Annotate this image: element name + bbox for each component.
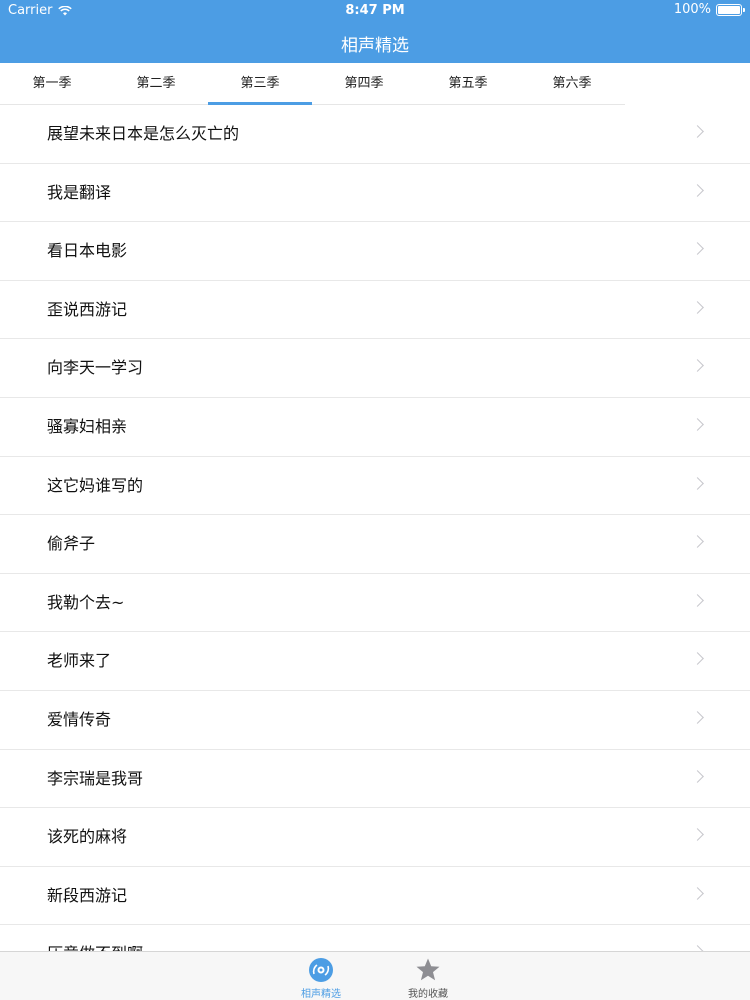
list-item[interactable]: 爱情传奇 [0,691,750,750]
battery-percent: 100% [673,2,711,17]
list-item[interactable]: 偷斧子 [0,515,750,574]
chevron-right-icon [691,769,704,783]
list-item[interactable]: 我是翻译 [0,164,750,223]
chevron-right-icon [691,418,704,431]
list-item[interactable]: 老师来了 [0,632,750,691]
chevron-right-icon [691,183,704,197]
battery-icon [716,3,745,16]
star-icon [416,958,440,981]
list-item[interactable]: 歪说西游记 [0,281,750,340]
tab-season-6[interactable]: 第六季 [520,63,624,105]
list-item[interactable]: 展望未来日本是怎么灭亡的 [0,105,750,164]
chevron-right-icon [691,652,704,666]
list-item[interactable]: 压意做不到啊 [0,925,750,951]
disc-icon [309,958,333,982]
tabbar-label: 相声精选 [301,989,341,1000]
list-item-label: 老师来了 [47,651,112,671]
chevron-right-icon [691,828,704,841]
list-item[interactable]: 这它妈谁写的 [0,457,750,516]
tab-season-1[interactable]: 第一季 [0,63,104,105]
header: Carrier 8:47 PM 100% 相声精选 [0,0,750,63]
chevron-right-icon [691,886,704,900]
chevron-right-icon [691,535,704,549]
episode-list[interactable]: 展望未来日本是怎么灭亡的 我是翻译 看日本电影 歪说西游记 向李天一学习 骚寡妇… [0,105,750,951]
tab-season-5[interactable]: 第五季 [416,63,520,105]
list-item[interactable]: 李宗瑞是我哥 [0,750,750,809]
chevron-right-icon [691,242,704,256]
list-item-label: 偷斧子 [47,534,96,554]
tabbar-item-selected-crosstalk[interactable]: 相声精选 [281,952,361,1000]
chevron-right-icon [691,593,704,607]
list-item-label: 该死的麻将 [47,827,128,847]
list-item[interactable]: 骚寡妇相亲 [0,398,750,457]
chevron-right-icon [691,125,704,138]
chevron-right-icon [691,476,704,490]
tab-season-3[interactable]: 第三季 [208,63,312,105]
page-title: 相声精选 [341,36,409,56]
chevron-right-icon [691,359,704,373]
tabbar-item-favorites[interactable]: 我的收藏 [388,952,468,1000]
list-item-label: 压意做不到啊 [47,925,143,951]
list-item[interactable]: 看日本电影 [0,222,750,281]
list-item-label: 新段西游记 [47,885,128,905]
tab-bar: 相声精选 我的收藏 [0,951,750,1000]
list-item-label: 看日本电影 [47,241,128,261]
list-item-label: 这它妈谁写的 [47,475,144,495]
list-item-label: 我是翻译 [47,182,112,202]
status-bar: Carrier 8:47 PM 100% [0,0,750,22]
list-item-label: 歪说西游记 [47,299,128,319]
tab-season-2[interactable]: 第二季 [104,63,208,105]
list-item-label: 骚寡妇相亲 [47,416,128,436]
list-item[interactable]: 我勒个去~ [0,574,750,633]
chevron-right-icon [691,711,704,724]
tabbar-label: 我的收藏 [408,989,448,1000]
list-item-label: 李宗瑞是我哥 [47,768,144,788]
status-time: 8:47 PM [345,3,405,18]
list-item[interactable]: 向李天一学习 [0,339,750,398]
list-item[interactable]: 新段西游记 [0,867,750,926]
tab-season-4[interactable]: 第四季 [312,63,416,105]
chevron-right-icon [691,300,704,314]
list-item-label: 爱情传奇 [47,709,112,729]
list-item-label: 展望未来日本是怎么灭亡的 [47,124,240,143]
list-item-label: 我勒个去~ [47,592,125,612]
season-tabs: 第一季 第二季 第三季 第四季 第五季 第六季 [0,63,625,105]
list-item-label: 向李天一学习 [47,358,144,378]
list-item[interactable]: 该死的麻将 [0,808,750,867]
